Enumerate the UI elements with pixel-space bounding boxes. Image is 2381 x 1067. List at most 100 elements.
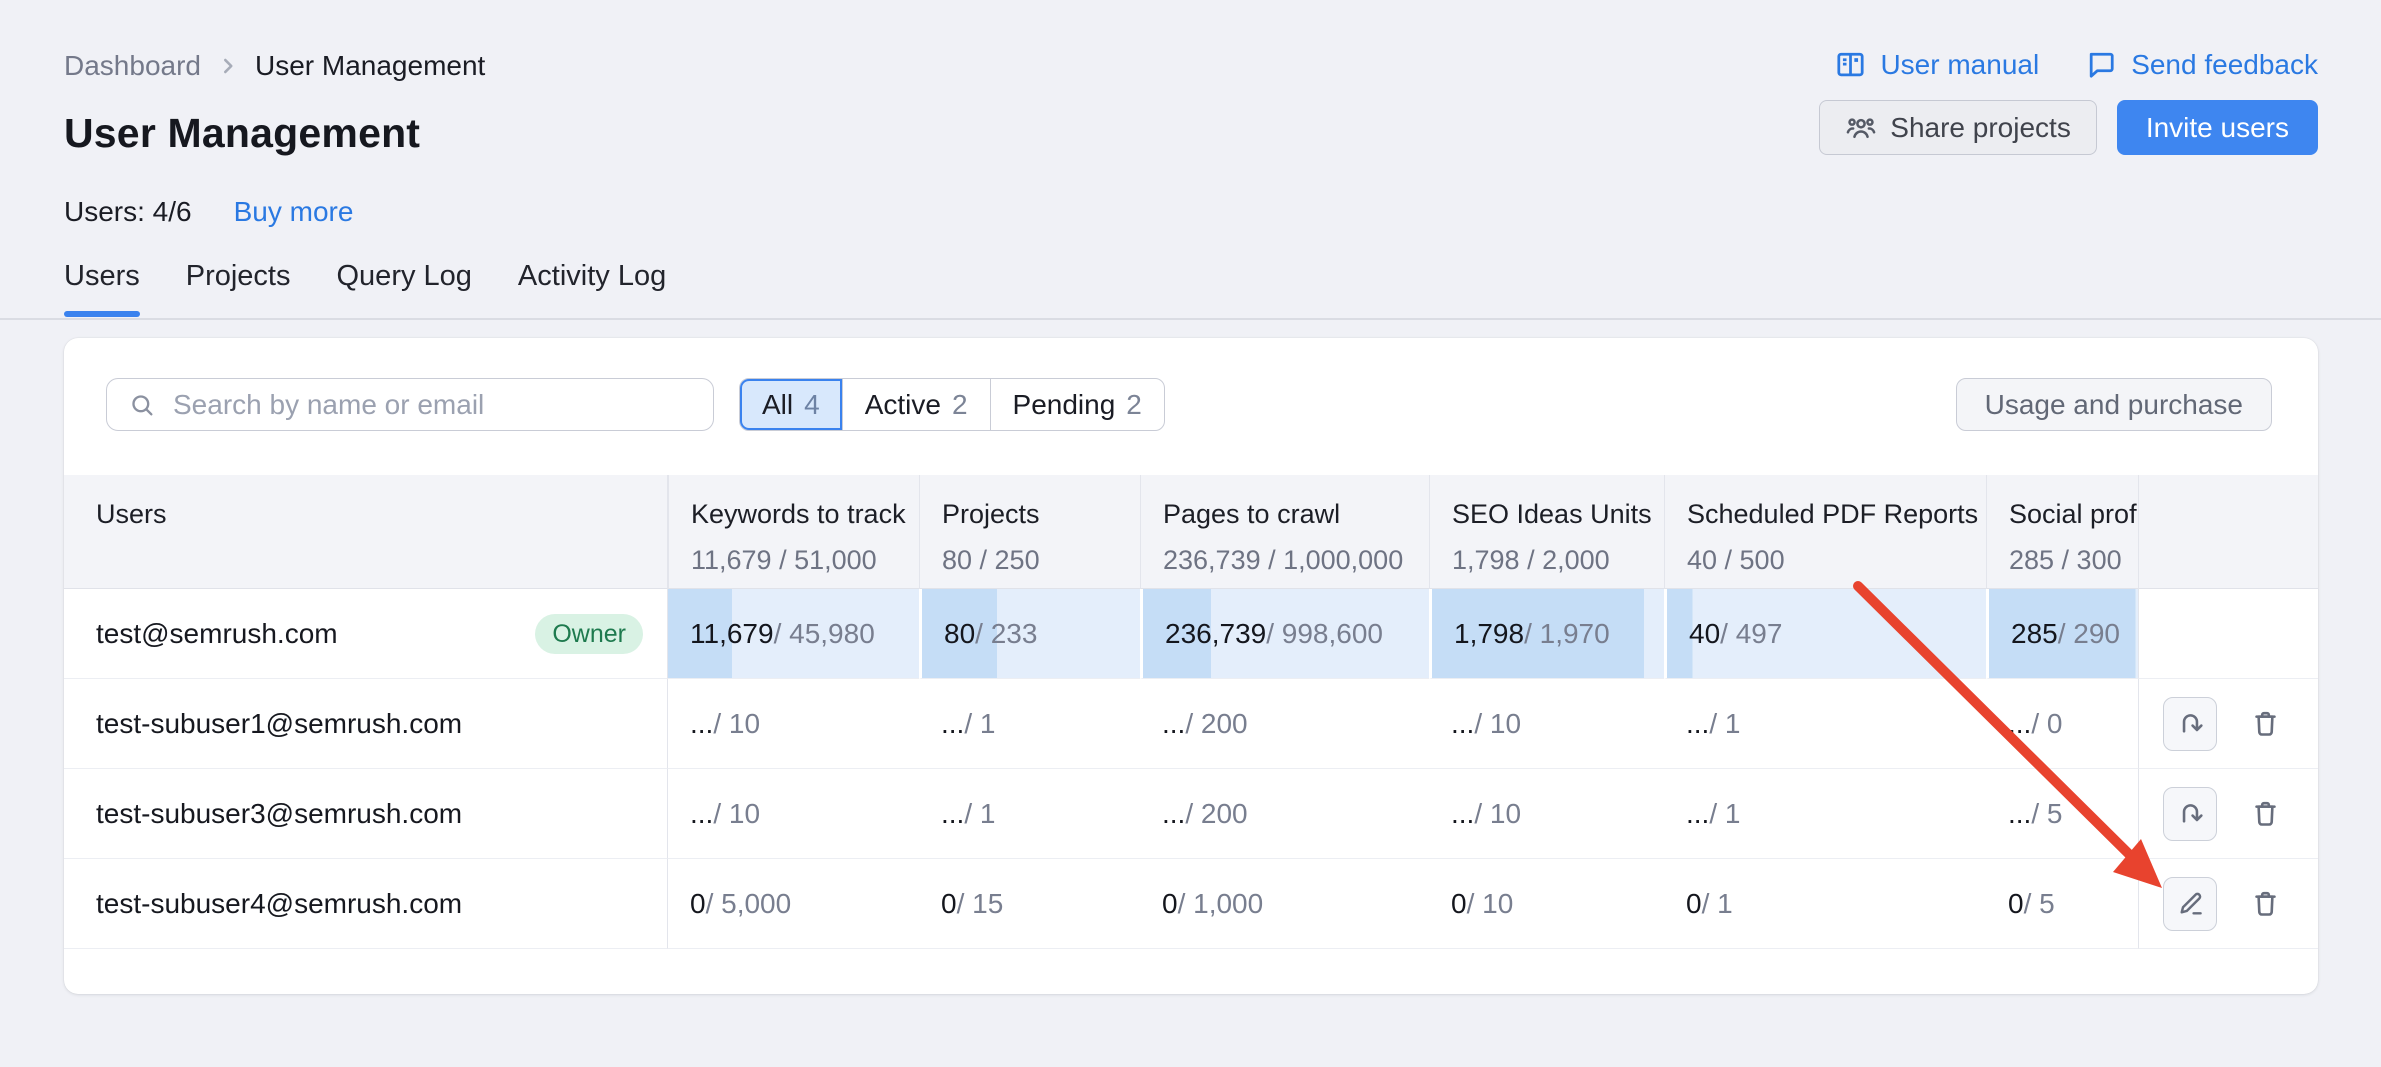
usage-cell: ... / 10 <box>1429 769 1664 859</box>
owner-badge: Owner <box>535 614 643 654</box>
delete-user-button[interactable] <box>2243 697 2287 751</box>
usage-cell: 0 / 1,000 <box>1140 859 1429 949</box>
trash-icon <box>2249 797 2282 830</box>
resend-invite-icon <box>2175 708 2206 739</box>
user-manual-link[interactable]: User manual <box>1834 48 2039 81</box>
used-value: 1,798 <box>1454 618 1524 650</box>
used-value: ... <box>1686 708 1709 740</box>
tab-bar: Users Projects Query Log Activity Log <box>64 260 666 317</box>
usage-cell: ... / 0 <box>1986 679 2138 769</box>
column-header-keywords-to-track: Keywords to track11,679 / 51,000 <box>668 475 919 589</box>
column-label: SEO Ideas Units <box>1452 497 1664 531</box>
users-table: UsersKeywords to track11,679 / 51,000Pro… <box>64 475 2318 949</box>
usage-and-purchase-button[interactable]: Usage and purchase <box>1956 378 2272 431</box>
used-value: ... <box>941 798 964 830</box>
users-panel: All 4 Active 2 Pending 2 Usage and purch… <box>64 338 2318 994</box>
filter-all-label: All <box>762 389 793 421</box>
users-counter: Users: 4/6 <box>64 196 192 228</box>
resend-invite-button[interactable] <box>2163 787 2217 841</box>
share-projects-button[interactable]: Share projects <box>1819 100 2097 155</box>
limit-value: / 290 <box>2058 618 2120 650</box>
limit-value: / 10 <box>1474 708 1521 740</box>
tab-query-log[interactable]: Query Log <box>337 260 472 317</box>
filter-pending-label: Pending <box>1013 389 1116 421</box>
invite-users-button[interactable]: Invite users <box>2117 100 2318 155</box>
status-filter: All 4 Active 2 Pending 2 <box>739 378 1165 431</box>
used-value: 0 <box>1162 888 1178 920</box>
breadcrumb-dashboard-link[interactable]: Dashboard <box>64 50 201 82</box>
breadcrumb: Dashboard User Management <box>64 50 485 82</box>
limit-value: / 10 <box>713 708 760 740</box>
usage-cell: 236,739 / 998,600 <box>1140 589 1429 679</box>
edit-user-button[interactable] <box>2163 877 2217 931</box>
column-header-scheduled-pdf-reports: Scheduled PDF Reports 40 / 500 <box>1664 475 1986 589</box>
usage-cell: 0 / 5 <box>1986 859 2138 949</box>
limit-value: / 233 <box>975 618 1037 650</box>
delete-user-button[interactable] <box>2243 787 2287 841</box>
limit-value: / 1 <box>1709 798 1740 830</box>
trash-icon <box>2249 887 2282 920</box>
used-value: ... <box>1686 798 1709 830</box>
tab-users[interactable]: Users <box>64 260 140 317</box>
row-actions <box>2138 859 2318 949</box>
chevron-right-icon <box>215 53 241 79</box>
send-feedback-link[interactable]: Send feedback <box>2085 48 2318 81</box>
column-usage: 40 / 500 <box>1687 543 1986 577</box>
used-value: 0 <box>1451 888 1467 920</box>
user-email: test-subuser4@semrush.com <box>96 888 462 920</box>
limit-value: / 10 <box>1467 888 1514 920</box>
users-counter-line: Users: 4/6 Buy more <box>64 196 353 228</box>
usage-cell: ... / 1 <box>919 679 1140 769</box>
usage-cell: ... / 10 <box>668 679 919 769</box>
table-row-user-cell: test-subuser1@semrush.com <box>64 679 668 769</box>
limit-value: / 1 <box>964 708 995 740</box>
column-header-seo-ideas-units: SEO Ideas Units 1,798 / 2,000 <box>1429 475 1664 589</box>
people-icon <box>1845 112 1877 144</box>
filter-pending[interactable]: Pending 2 <box>990 379 1164 430</box>
column-header-actions <box>2138 475 2318 589</box>
usage-cell: 0 / 10 <box>1429 859 1664 949</box>
buy-more-link[interactable]: Buy more <box>234 196 354 228</box>
used-value: ... <box>1162 708 1185 740</box>
limit-value: / 5,000 <box>706 888 792 920</box>
used-value: ... <box>941 708 964 740</box>
used-value: 0 <box>941 888 957 920</box>
delete-user-button[interactable] <box>2243 877 2287 931</box>
usage-cell: 0 / 5,000 <box>668 859 919 949</box>
used-value: 285 <box>2011 618 2058 650</box>
usage-cell: ... / 5 <box>1986 769 2138 859</box>
column-usage: 80 / 250 <box>942 543 1140 577</box>
search-input[interactable] <box>106 378 714 431</box>
used-value: ... <box>690 798 713 830</box>
filter-all[interactable]: All 4 <box>740 379 842 430</box>
resend-invite-button[interactable] <box>2163 697 2217 751</box>
column-label: Users <box>96 497 667 531</box>
limit-value: / 5 <box>2024 888 2055 920</box>
used-value: 236,739 <box>1165 618 1266 650</box>
tab-activity-log[interactable]: Activity Log <box>518 260 666 317</box>
column-usage: 236,739 / 1,000,000 <box>1163 543 1429 577</box>
column-label: Scheduled PDF Reports <box>1687 497 1986 531</box>
usage-cell: ... / 1 <box>1664 769 1986 859</box>
column-usage: 1,798 / 2,000 <box>1452 543 1664 577</box>
limit-value: / 5 <box>2031 798 2062 830</box>
column-label: Pages to crawl <box>1163 497 1429 531</box>
breadcrumb-current: User Management <box>255 50 485 82</box>
used-value: 0 <box>2008 888 2024 920</box>
column-header-pages-to-crawl: Pages to crawl 236,739 / 1,000,000 <box>1140 475 1429 589</box>
tab-projects[interactable]: Projects <box>186 260 291 317</box>
limit-value: / 15 <box>957 888 1004 920</box>
column-header-projects: Projects80 / 250 <box>919 475 1140 589</box>
limit-value: / 1 <box>964 798 995 830</box>
used-value: ... <box>2008 708 2031 740</box>
usage-and-purchase-label: Usage and purchase <box>1985 389 2243 421</box>
header-buttons: Share projects Invite users <box>1819 100 2318 155</box>
table-row-user-cell: test@semrush.com Owner <box>64 589 668 679</box>
filter-active[interactable]: Active 2 <box>842 379 990 430</box>
row-actions <box>2138 679 2318 769</box>
filter-active-label: Active <box>865 389 941 421</box>
trash-icon <box>2249 707 2282 740</box>
user-email: test@semrush.com <box>96 618 338 650</box>
send-feedback-label: Send feedback <box>2131 49 2318 81</box>
user-email: test-subuser1@semrush.com <box>96 708 462 740</box>
